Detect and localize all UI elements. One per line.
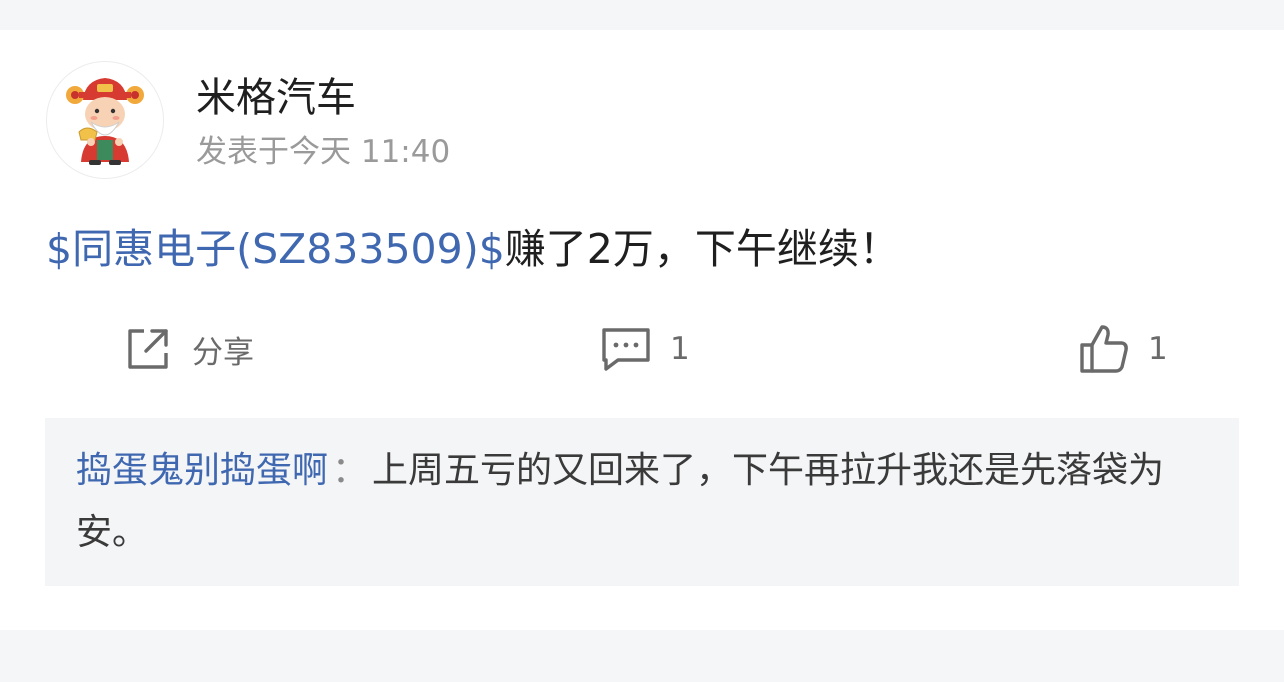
comment-icon: [600, 326, 652, 372]
reply-separator: ：: [332, 450, 369, 491]
reply-author[interactable]: 捣蛋鬼别捣蛋啊: [76, 450, 328, 491]
post-text: 赚了2万，下午继续！: [504, 225, 900, 273]
like-button[interactable]: 1: [1078, 322, 1168, 376]
caishen-avatar-icon: [66, 78, 144, 165]
comment-button[interactable]: 1: [600, 322, 690, 376]
avatar[interactable]: [46, 61, 164, 179]
comment-count: 1: [670, 331, 690, 367]
reply-box[interactable]: 捣蛋鬼别捣蛋啊：上周五亏的又回来了，下午再拉升我还是先落袋为安。: [45, 418, 1239, 586]
like-count: 1: [1148, 331, 1168, 367]
thumbs-up-icon: [1078, 323, 1130, 375]
share-icon: [124, 325, 172, 373]
post-time: 发表于今天 11:40: [196, 134, 451, 170]
post-body: $同惠电子(SZ833509)$赚了2万，下午继续！: [46, 220, 900, 278]
author-name[interactable]: 米格汽车: [196, 72, 356, 124]
post-card: 米格汽车 发表于今天 11:40 $同惠电子(SZ833509)$赚了2万，下午…: [0, 30, 1284, 630]
stock-link[interactable]: $同惠电子(SZ833509)$: [46, 225, 505, 273]
share-label: 分享: [192, 334, 254, 371]
share-button[interactable]: 分享: [124, 322, 254, 376]
